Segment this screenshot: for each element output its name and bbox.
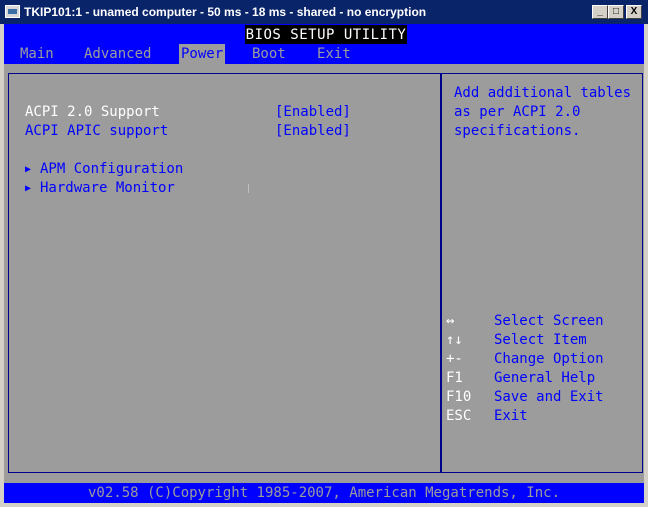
key-name: ↔ — [446, 313, 455, 329]
setting-label: ACPI 2.0 Support — [25, 104, 160, 120]
key-desc: Save and Exit — [494, 389, 604, 405]
setting-value[interactable]: [Enabled] — [275, 104, 351, 120]
help-line: Add additional tables — [454, 85, 632, 101]
help-line: specifications. — [454, 123, 581, 139]
submenu-hardware-monitor[interactable]: ▶ Hardware Monitor — [25, 180, 175, 196]
key-name: +- — [446, 351, 463, 367]
key-desc: Select Screen — [494, 313, 604, 329]
bios-menubar: Main Advanced Power Boot Exit — [4, 44, 644, 64]
minimize-button[interactable]: _ — [592, 5, 608, 19]
key-name: F10 — [446, 389, 472, 405]
key-desc: Exit — [494, 408, 528, 424]
bios-screen: BIOS SETUP UTILITY Main Advanced Power B… — [4, 24, 644, 503]
key-desc: Select Item — [494, 332, 587, 348]
key-desc: General Help — [494, 370, 596, 386]
key-name: ↑↓ — [446, 332, 463, 348]
tab-boot[interactable]: Boot — [250, 44, 288, 64]
key-desc: Change Option — [494, 351, 604, 367]
key-name: F1 — [446, 370, 463, 386]
close-button[interactable]: X — [626, 5, 642, 19]
help-line: as per ACPI 2.0 — [454, 104, 581, 120]
key-name: ESC — [446, 408, 472, 424]
window-title: TKIP101:1 - unamed computer - 50 ms - 18… — [24, 5, 427, 19]
tab-advanced[interactable]: Advanced — [82, 44, 153, 64]
help-text: Add additional tables as per ACPI 2.0 sp… — [454, 84, 636, 141]
submenu-apm-configuration[interactable]: ▶ APM Configuration — [25, 161, 183, 177]
submenu-arrow-icon: ▶ — [25, 183, 32, 194]
bios-header: BIOS SETUP UTILITY — [4, 24, 644, 44]
bios-title: BIOS SETUP UTILITY — [245, 25, 407, 44]
setting-label: ACPI APIC support — [25, 123, 169, 139]
window-titlebar[interactable]: TKIP101:1 - unamed computer - 50 ms - 18… — [0, 0, 648, 24]
setting-value[interactable]: [Enabled] — [275, 123, 351, 139]
submenu-label: APM Configuration — [40, 161, 184, 177]
maximize-button[interactable]: □ — [608, 5, 624, 19]
settings-panel: ACPI 2.0 Support [Enabled] ACPI APIC sup… — [8, 73, 441, 473]
tab-main[interactable]: Main — [18, 44, 56, 64]
app-icon — [5, 5, 20, 18]
tab-exit[interactable]: Exit — [315, 44, 353, 64]
help-panel: Add additional tables as per ACPI 2.0 sp… — [441, 73, 643, 473]
tab-power[interactable]: Power — [179, 44, 226, 64]
text-cursor — [248, 184, 249, 193]
submenu-arrow-icon: ▶ — [25, 164, 32, 175]
bios-footer: v02.58 (C)Copyright 1985-2007, American … — [4, 483, 644, 503]
submenu-label: Hardware Monitor — [40, 180, 175, 196]
